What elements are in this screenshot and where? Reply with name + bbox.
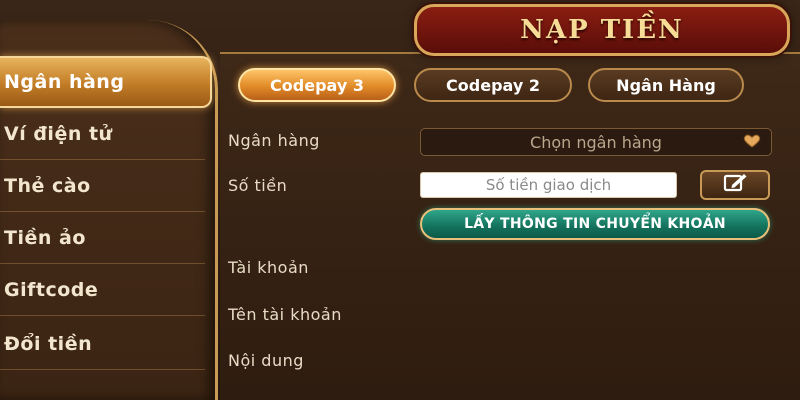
- account-name-label: Tên tài khoản: [228, 305, 342, 324]
- amount-input[interactable]: Số tiền giao dịch: [420, 172, 677, 198]
- get-transfer-info-button[interactable]: LẤY THÔNG TIN CHUYỂN KHOẢN: [420, 208, 770, 240]
- sidebar-item-label: Giftcode: [4, 278, 99, 301]
- content-label: Nội dung: [228, 351, 304, 370]
- tab-codepay-3[interactable]: Codepay 3: [238, 68, 396, 102]
- sidebar-item-label: Ví điện tử: [4, 122, 113, 145]
- sidebar-item-label: Thẻ cào: [4, 174, 91, 197]
- sidebar-item-giftcode[interactable]: Giftcode: [0, 264, 205, 316]
- tab-label: Codepay 2: [446, 75, 540, 95]
- game-screen: Ngân hàng Ví điện tử Thẻ cào Tiền ảo Gif…: [0, 0, 800, 400]
- account-label: Tài khoản: [228, 258, 309, 277]
- sidebar-item-card[interactable]: Thẻ cào: [0, 160, 205, 212]
- edit-button[interactable]: [700, 170, 770, 200]
- action-button-label: LẤY THÔNG TIN CHUYỂN KHOẢN: [464, 216, 726, 232]
- page-title-banner: NẠP TIỀN: [414, 4, 790, 56]
- sidebar-item-label: Ngân hàng: [4, 71, 125, 93]
- bank-label: Ngân hàng: [228, 131, 320, 150]
- sidebar-item-exchange[interactable]: Đổi tiền: [0, 318, 205, 370]
- tab-bank[interactable]: Ngân Hàng: [588, 68, 744, 102]
- page-title: NẠP TIỀN: [520, 15, 684, 45]
- sidebar-item-ewallet[interactable]: Ví điện tử: [0, 108, 205, 160]
- sidebar-item-label: Tiền ảo: [4, 226, 86, 249]
- amount-placeholder: Số tiền giao dịch: [485, 176, 612, 194]
- sidebar-item-crypto[interactable]: Tiền ảo: [0, 212, 205, 264]
- tab-label: Codepay 3: [270, 75, 364, 95]
- edit-icon: [722, 172, 748, 198]
- tab-codepay-2[interactable]: Codepay 2: [414, 68, 572, 102]
- sidebar-item-label: Đổi tiền: [4, 332, 93, 355]
- bank-select[interactable]: Chọn ngân hàng: [420, 128, 772, 156]
- bank-select-value: Chọn ngân hàng: [530, 132, 662, 152]
- sidebar-item-bank[interactable]: Ngân hàng: [0, 56, 212, 108]
- tab-label: Ngân Hàng: [616, 75, 716, 95]
- amount-label: Số tiền: [228, 176, 288, 195]
- heart-dropdown-icon: [741, 133, 763, 153]
